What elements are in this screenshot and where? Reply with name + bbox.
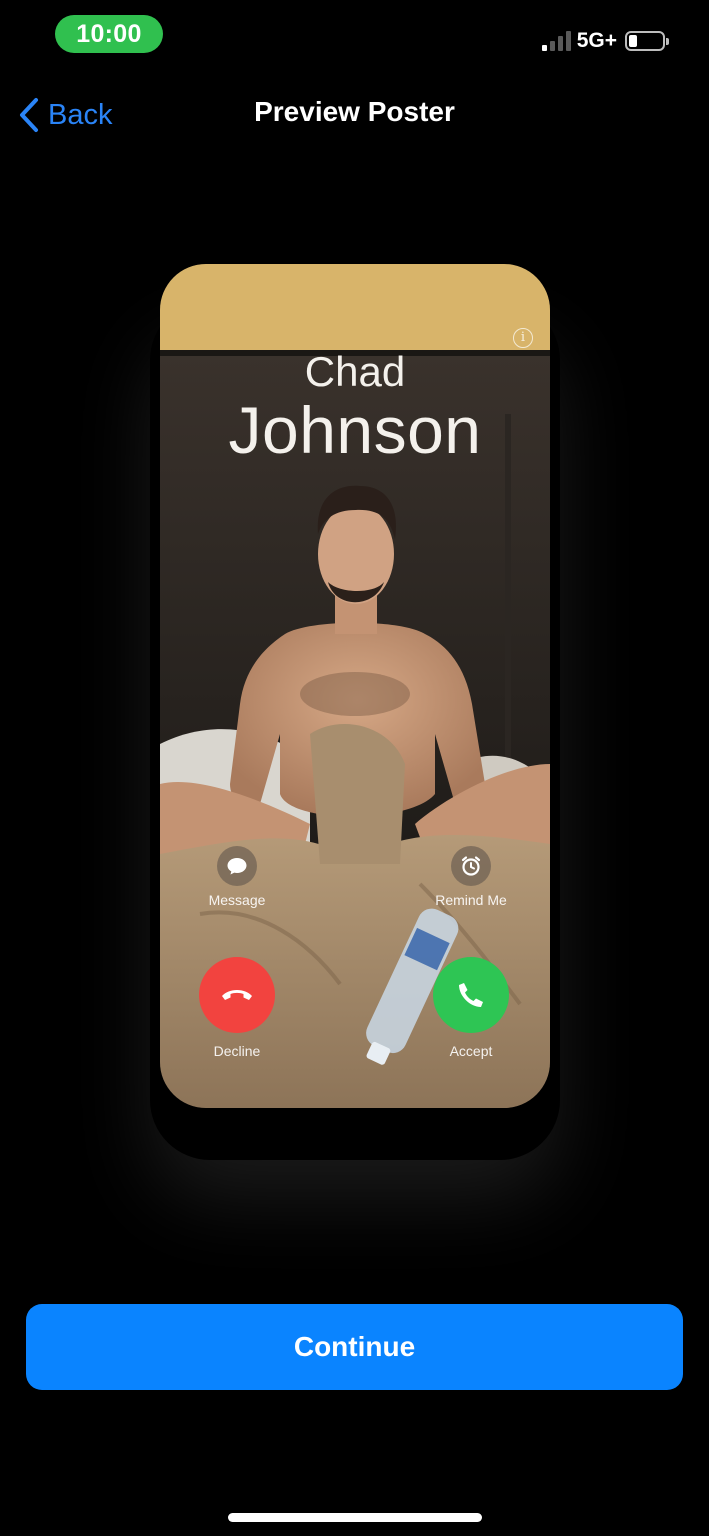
signal-icon xyxy=(541,31,571,51)
decline-action: Decline xyxy=(182,957,292,1059)
decline-phone-icon xyxy=(199,957,275,1033)
message-action: Message xyxy=(182,846,292,908)
info-icon: i xyxy=(513,328,533,348)
status-time[interactable]: 10:00 xyxy=(55,15,163,53)
preview-poster-screen: 10:00 5G+ Back Preview Poster i Chad Joh… xyxy=(0,0,709,1536)
contact-last-name: Johnson xyxy=(228,393,482,467)
contact-first-name: Chad xyxy=(304,348,406,395)
remind-me-label: Remind Me xyxy=(435,892,507,908)
alarm-clock-icon xyxy=(451,846,491,886)
contact-poster-preview: i Chad Johnson Message Remind Me Decline… xyxy=(160,264,550,1108)
battery-icon xyxy=(625,31,669,51)
accept-label: Accept xyxy=(449,1043,493,1059)
continue-button[interactable]: Continue xyxy=(26,1304,683,1390)
status-indicators: 5G+ xyxy=(541,28,669,54)
decline-label: Decline xyxy=(213,1043,261,1059)
accept-action: Accept xyxy=(416,957,526,1059)
message-label: Message xyxy=(208,892,266,908)
home-indicator[interactable] xyxy=(228,1513,482,1522)
page-title: Preview Poster xyxy=(254,96,455,127)
message-icon xyxy=(217,846,257,886)
network-type: 5G+ xyxy=(576,29,617,52)
phone-icon xyxy=(433,957,509,1033)
remind-me-action: Remind Me xyxy=(416,846,526,908)
